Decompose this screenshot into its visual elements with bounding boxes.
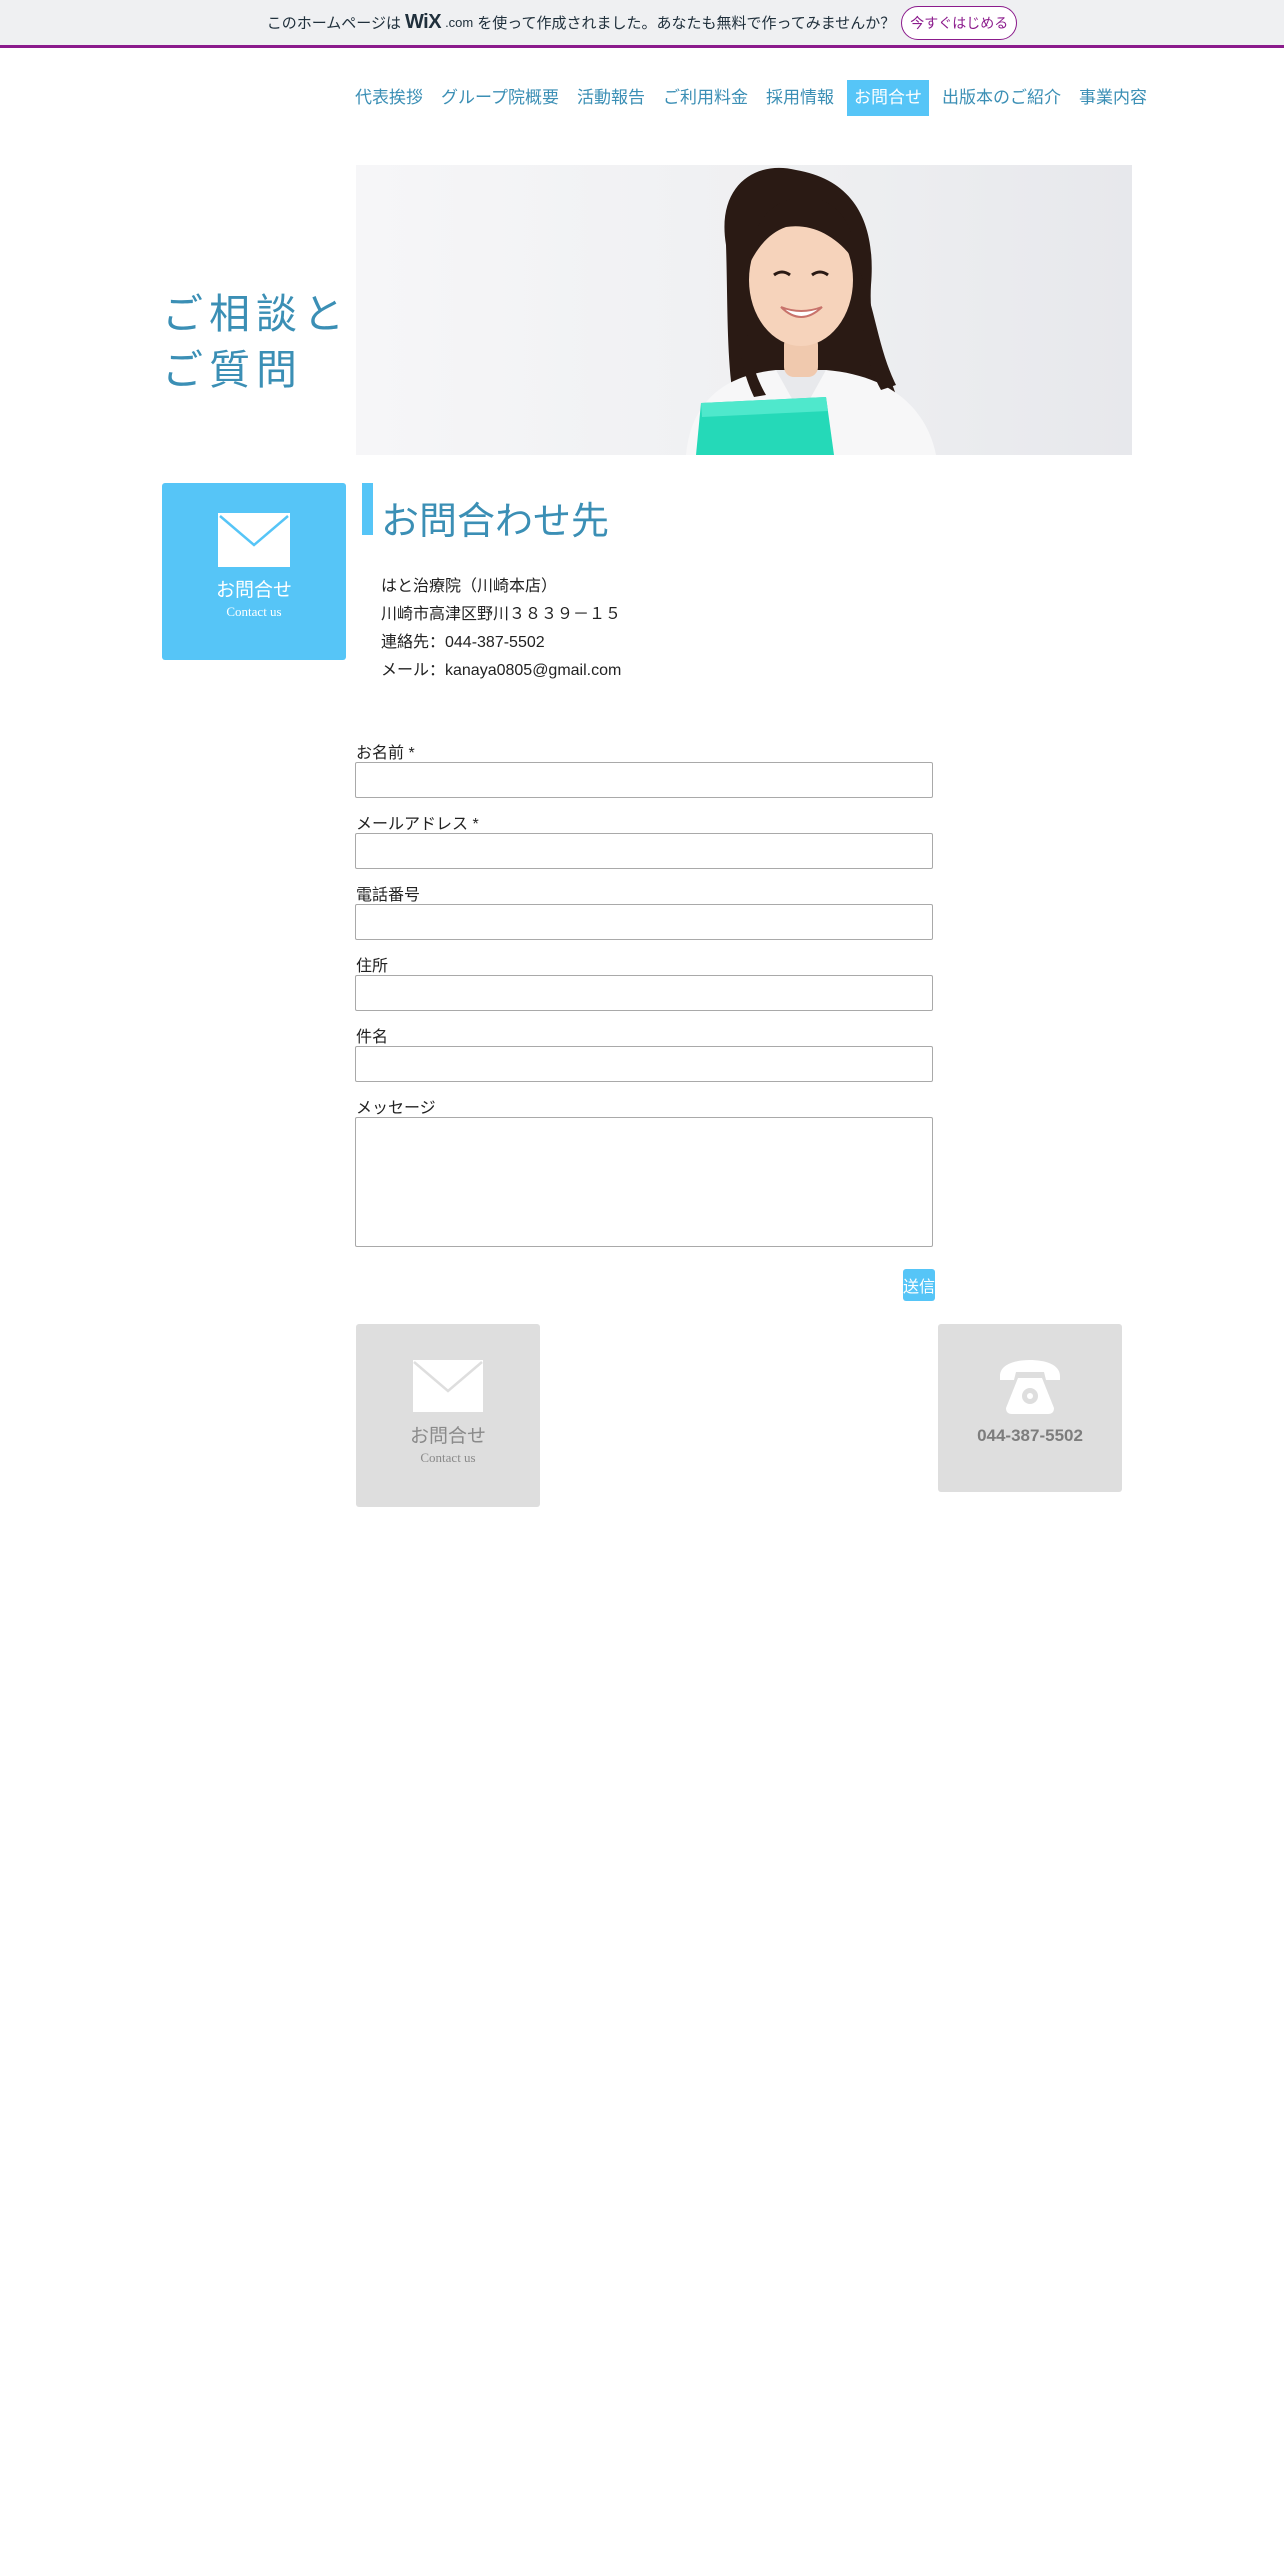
nav-item-greeting[interactable]: 代表挨拶 <box>346 80 432 116</box>
footer-contact-label: お問合せ <box>409 1426 486 1447</box>
envelope-icon <box>218 513 290 567</box>
address-label: 住所 <box>356 958 389 975</box>
telephone-icon <box>1000 1360 1060 1414</box>
start-now-button[interactable]: 今すぐはじめる <box>901 5 1018 40</box>
footer-contact-sub: Contact us <box>420 1450 476 1465</box>
subject-input[interactable] <box>355 1046 933 1082</box>
main-nav: 代表挨拶 グループ院概要 活動報告 ご利用料金 採用情報 お問合せ 出版本のご紹… <box>346 80 1156 116</box>
name-input[interactable] <box>355 762 933 798</box>
hero-title-line1: ご相談と <box>162 290 350 338</box>
banner-text-after: を使って作成されました。あなたも無料で作ってみませんか？ <box>477 15 896 32</box>
nurse-photo-illustration <box>686 167 936 455</box>
submit-button[interactable]: 送信 <box>903 1269 935 1301</box>
hero-image <box>356 165 1132 455</box>
wix-logo[interactable]: WiX <box>405 11 442 34</box>
phone-label: 電話番号 <box>356 887 421 904</box>
address-line: メール：kanaya0805@gmail.com <box>381 662 622 679</box>
email-input[interactable] <box>355 833 933 869</box>
address-block: はと治療院（川崎本店） 川崎市高津区野川３８３９－１５ 連絡先：044-387-… <box>381 573 621 685</box>
contact-tile-label: お問合せ <box>215 580 292 601</box>
footer-phone-number[interactable]: 044-387-5502 <box>977 1426 1083 1446</box>
nav-item-books[interactable]: 出版本のご紹介 <box>933 80 1070 116</box>
footer-phone-tile[interactable]: 044-387-5502 <box>938 1324 1122 1492</box>
hero-title-line2: ご質問 <box>162 346 303 394</box>
address-input[interactable] <box>355 975 933 1011</box>
wix-logo-suffix: .com <box>445 15 474 30</box>
address-line: 川崎市高津区野川３８３９－１５ <box>381 606 622 623</box>
message-label: メッセージ <box>356 1100 436 1117</box>
address-line: 連絡先：044-387-5502 <box>381 634 545 651</box>
wix-promo-banner: このホームページは WiX .com を使って作成されました。あなたも無料で作っ… <box>0 0 1284 48</box>
nav-item-business[interactable]: 事業内容 <box>1070 80 1156 116</box>
email-label: メールアドレス * <box>356 816 479 833</box>
address-line: はと治療院（川崎本店） <box>381 578 558 595</box>
heading-accent-bar <box>362 483 373 535</box>
nav-item-pricing[interactable]: ご利用料金 <box>654 80 757 116</box>
contact-tile[interactable]: お問合せ Contact us <box>162 483 346 660</box>
envelope-icon <box>413 1360 483 1412</box>
contact-tile-sub: Contact us <box>226 604 282 619</box>
nav-item-contact[interactable]: お問合せ <box>846 80 929 116</box>
footer-contact-tile[interactable]: お問合せ Contact us <box>356 1324 540 1507</box>
page-heading: お問合わせ先 <box>381 501 610 543</box>
hero-title: ご相談と ご質問 <box>162 286 350 398</box>
name-label: お名前 * <box>356 745 415 762</box>
banner-text-before: このホームページは <box>266 15 401 32</box>
nav-item-recruitment[interactable]: 採用情報 <box>757 80 843 116</box>
subject-label: 件名 <box>356 1029 389 1046</box>
phone-input[interactable] <box>355 904 933 940</box>
nav-item-group-overview[interactable]: グループ院概要 <box>432 80 568 116</box>
message-textarea[interactable] <box>355 1117 933 1247</box>
nav-item-activity-report[interactable]: 活動報告 <box>568 80 654 116</box>
